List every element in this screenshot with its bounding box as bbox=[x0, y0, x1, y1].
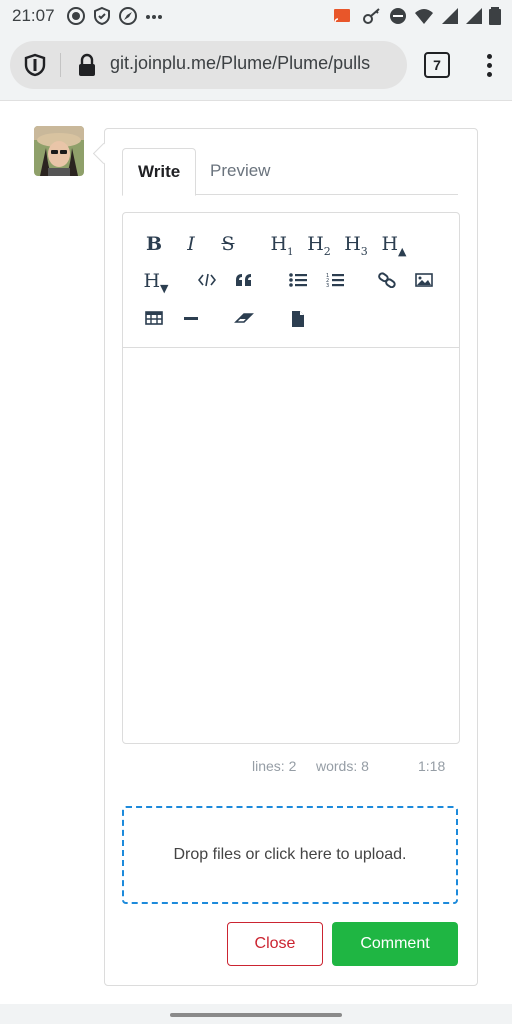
link-icon[interactable] bbox=[372, 267, 402, 295]
svg-text:3: 3 bbox=[326, 283, 329, 288]
markdown-editor: B I S H1 H2 H3 H▲ H▼ 123 bbox=[122, 212, 461, 744]
shield-check-icon bbox=[94, 6, 110, 26]
signal-r-icon bbox=[466, 8, 482, 24]
quote-icon[interactable] bbox=[229, 267, 259, 295]
tab-switcher-button[interactable]: 7 bbox=[424, 52, 450, 78]
file-icon[interactable] bbox=[283, 305, 313, 333]
battery-icon bbox=[489, 7, 501, 25]
more-dots-icon bbox=[146, 15, 162, 19]
home-gesture-pill[interactable] bbox=[170, 1013, 342, 1017]
browser-toolbar: git.joinplu.me/Plume/Plume/pulls 7 bbox=[0, 32, 512, 101]
close-button[interactable]: Close bbox=[227, 922, 323, 966]
address-bar[interactable]: git.joinplu.me/Plume/Plume/pulls bbox=[10, 41, 407, 89]
heading-3-icon[interactable]: H3 bbox=[341, 230, 371, 258]
lock-icon[interactable] bbox=[76, 53, 98, 77]
heading-bigger-icon[interactable]: H▲ bbox=[377, 230, 411, 258]
shield-icon[interactable] bbox=[24, 53, 46, 77]
editor-words-count: words: 8 bbox=[316, 758, 369, 774]
ordered-list-icon[interactable]: 123 bbox=[320, 267, 350, 295]
avatar[interactable] bbox=[34, 126, 84, 176]
avatar-image bbox=[34, 126, 84, 176]
editor-tabs: Write Preview bbox=[122, 148, 458, 196]
url-text[interactable]: git.joinplu.me/Plume/Plume/pulls bbox=[110, 53, 370, 74]
comment-textarea[interactable] bbox=[123, 348, 461, 744]
cast-icon bbox=[334, 9, 350, 23]
strikethrough-icon[interactable]: S bbox=[213, 230, 243, 258]
system-navigation-bar bbox=[0, 1004, 512, 1024]
key-icon bbox=[363, 8, 380, 24]
wifi-icon bbox=[415, 9, 433, 24]
signal-icon bbox=[442, 8, 458, 24]
code-icon[interactable] bbox=[192, 267, 222, 295]
status-bar: 21:07 bbox=[0, 0, 512, 32]
compass-icon bbox=[119, 7, 137, 25]
comment-button[interactable]: Comment bbox=[332, 922, 458, 966]
horizontal-rule-icon[interactable] bbox=[176, 305, 206, 333]
editor-toolbar: B I S H1 H2 H3 H▲ H▼ 123 bbox=[123, 213, 459, 348]
unordered-list-icon[interactable] bbox=[283, 267, 313, 295]
heading-1-icon[interactable]: H1 bbox=[267, 230, 297, 258]
eraser-icon[interactable] bbox=[229, 305, 259, 333]
record-icon bbox=[67, 7, 85, 25]
tab-preview[interactable]: Preview bbox=[195, 148, 285, 194]
do-not-disturb-icon bbox=[390, 8, 406, 24]
browser-menu-icon[interactable] bbox=[482, 52, 496, 80]
image-icon[interactable] bbox=[409, 267, 439, 295]
tab-write[interactable]: Write bbox=[122, 148, 197, 196]
table-icon[interactable] bbox=[139, 305, 169, 333]
bold-icon[interactable]: B bbox=[139, 230, 169, 258]
status-time: 21:07 bbox=[12, 6, 55, 25]
address-separator bbox=[60, 53, 61, 77]
italic-icon[interactable]: I bbox=[176, 230, 206, 258]
heading-smaller-icon[interactable]: H▼ bbox=[139, 267, 173, 295]
editor-lines-count: lines: 2 bbox=[252, 758, 297, 774]
file-upload-dropzone[interactable]: Drop files or click here to upload. bbox=[122, 806, 458, 904]
editor-cursor-position: 1:18 bbox=[418, 758, 446, 774]
heading-2-icon[interactable]: H2 bbox=[304, 230, 334, 258]
